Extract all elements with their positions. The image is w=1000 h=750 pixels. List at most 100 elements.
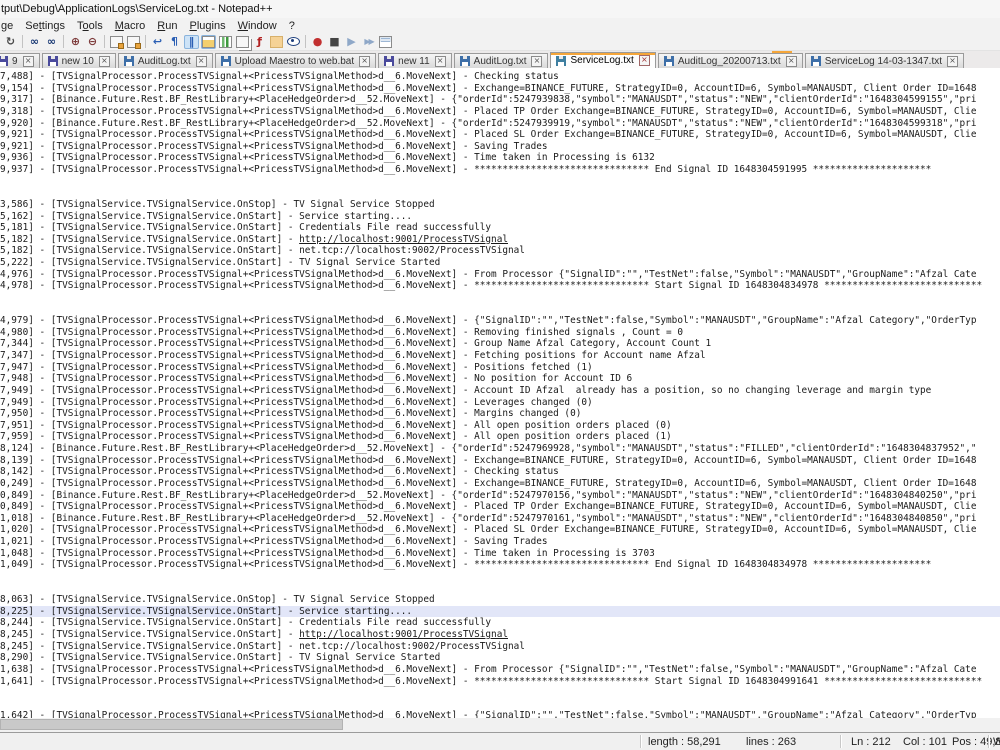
tab-new-11[interactable]: new 11 × <box>378 53 452 68</box>
menu-item-ge[interactable]: ge <box>0 20 19 32</box>
macro-run-multiple-icon[interactable]: ▶▶ <box>361 35 376 49</box>
log-line[interactable]: 1,641] - [TVSignalProcessor.ProcessTVSig… <box>0 676 1000 688</box>
menu-item-settings[interactable]: Settings <box>19 20 71 32</box>
log-line[interactable]: 9,318] - [TVSignalProcessor.ProcessTVSig… <box>0 106 1000 118</box>
tab-close-icon[interactable]: × <box>434 55 446 67</box>
log-line[interactable]: 4,978] - [TVSignalProcessor.ProcessTVSig… <box>0 280 1000 292</box>
log-line[interactable]: 7,948] - [TVSignalProcessor.ProcessTVSig… <box>0 373 1000 385</box>
log-line[interactable]: 5,162] - [TVSignalService.TVSignalServic… <box>0 211 1000 223</box>
log-line-blank[interactable] <box>0 571 1000 583</box>
tab-close-icon[interactable]: × <box>785 55 797 67</box>
log-line[interactable]: 4,976] - [TVSignalProcessor.ProcessTVSig… <box>0 269 1000 281</box>
log-line-blank[interactable] <box>0 176 1000 188</box>
log-line[interactable]: 7,951] - [TVSignalProcessor.ProcessTVSig… <box>0 420 1000 432</box>
log-line-blank[interactable] <box>0 699 1000 711</box>
log-line[interactable]: 8,139] - [TVSignalProcessor.ProcessTVSig… <box>0 455 1000 467</box>
tab-auditlog-txt[interactable]: AuditLog.txt × <box>453 53 549 68</box>
log-line[interactable]: 3,586] - [TVSignalService.TVSignalServic… <box>0 199 1000 211</box>
log-line[interactable]: 8,124] - [Binance.Future.Rest.BF_RestLib… <box>0 443 1000 455</box>
log-line[interactable]: 9,921] - [TVSignalProcessor.ProcessTVSig… <box>0 129 1000 141</box>
log-line[interactable]: 8,225] - [TVSignalService.TVSignalServic… <box>0 605 1000 618</box>
log-line[interactable]: 8,245] - [TVSignalService.TVSignalServic… <box>0 629 1000 641</box>
text-editor-area[interactable]: 7,488] - [TVSignalProcessor.ProcessTVSig… <box>0 68 1000 718</box>
word-wrap-icon[interactable]: ↩ <box>150 35 165 49</box>
sync-vertical-icon[interactable] <box>109 35 124 49</box>
log-line[interactable]: 0,849] - [TVSignalProcessor.ProcessTVSig… <box>0 501 1000 513</box>
menu-item-tools[interactable]: Tools <box>71 20 109 32</box>
log-line[interactable]: 1,018] - [Binance.Future.Rest.BF_RestLib… <box>0 513 1000 525</box>
log-line[interactable]: 8,290] - [TVSignalService.TVSignalServic… <box>0 652 1000 664</box>
log-line[interactable]: 7,959] - [TVSignalProcessor.ProcessTVSig… <box>0 431 1000 443</box>
log-line-blank[interactable] <box>0 292 1000 304</box>
log-line[interactable]: 5,182] - [TVSignalService.TVSignalServic… <box>0 234 1000 246</box>
log-line[interactable]: 5,182] - [TVSignalService.TVSignalServic… <box>0 245 1000 257</box>
log-line[interactable]: 1,642] - [TVSignalProcessor.ProcessTVSig… <box>0 710 1000 718</box>
log-line[interactable]: 7,488] - [TVSignalProcessor.ProcessTVSig… <box>0 71 1000 83</box>
tab-upload-maestro-to-web-bat[interactable]: Upload Maestro to web.bat × <box>214 53 377 68</box>
tab-close-icon[interactable]: × <box>947 55 959 67</box>
log-line-url-link[interactable]: http://localhost:9001/ProcessTVSignal <box>299 234 508 245</box>
log-line[interactable]: 8,063] - [TVSignalService.TVSignalServic… <box>0 594 1000 606</box>
doc-map-icon[interactable] <box>201 34 216 49</box>
log-line[interactable]: 4,979] - [TVSignalProcessor.ProcessTVSig… <box>0 315 1000 327</box>
log-line[interactable]: 5,222] - [TVSignalService.TVSignalServic… <box>0 257 1000 269</box>
tab-auditlog-20200713-txt[interactable]: AuditLog_20200713.txt × <box>657 53 803 68</box>
folder-workspace-icon[interactable] <box>269 35 284 49</box>
log-line-blank[interactable] <box>0 187 1000 199</box>
macro-save-icon[interactable] <box>378 35 393 49</box>
menu-item-run[interactable]: Run <box>151 20 183 32</box>
log-line[interactable]: 7,344] - [TVSignalProcessor.ProcessTVSig… <box>0 338 1000 350</box>
horizontal-scrollbar-thumb[interactable] <box>0 719 343 730</box>
redo-icon[interactable]: ↻ <box>3 35 18 49</box>
log-line-blank[interactable] <box>0 687 1000 699</box>
doc-list-icon[interactable] <box>235 35 250 49</box>
indent-guide-icon[interactable]: ‖ <box>184 34 199 49</box>
log-line[interactable]: 7,950] - [TVSignalProcessor.ProcessTVSig… <box>0 408 1000 420</box>
log-line[interactable]: 7,949] - [TVSignalProcessor.ProcessTVSig… <box>0 397 1000 409</box>
macro-record-icon[interactable]: ● <box>310 35 325 49</box>
log-line[interactable]: 0,849] - [Binance.Future.Rest.BF_RestLib… <box>0 490 1000 502</box>
log-line[interactable]: 9,921] - [TVSignalProcessor.ProcessTVSig… <box>0 141 1000 153</box>
zoom-out-icon[interactable]: ⊖ <box>85 35 100 49</box>
log-line[interactable]: 7,949] - [TVSignalProcessor.ProcessTVSig… <box>0 385 1000 397</box>
tab-auditlog-txt[interactable]: AuditLog.txt × <box>117 53 213 68</box>
log-line[interactable]: 9,154] - [TVSignalProcessor.ProcessTVSig… <box>0 83 1000 95</box>
log-line-blank[interactable] <box>0 583 1000 595</box>
log-line[interactable]: 1,021] - [TVSignalProcessor.ProcessTVSig… <box>0 536 1000 548</box>
monitoring-eye-icon[interactable] <box>286 35 301 49</box>
log-line[interactable]: 9,317] - [Binance.Future.Rest.BF_RestLib… <box>0 94 1000 106</box>
find-replace-icon[interactable]: ∞ <box>44 35 59 49</box>
log-line-url-link[interactable]: http://localhost:9001/ProcessTVSignal <box>299 629 508 640</box>
tab-close-icon[interactable]: × <box>531 55 543 67</box>
macro-play-icon[interactable]: ▶ <box>344 35 359 49</box>
menu-item-plugins[interactable]: Plugins <box>184 20 232 32</box>
function-list-icon[interactable]: ƒ <box>252 35 267 49</box>
log-line-blank[interactable] <box>0 304 1000 316</box>
find-icon[interactable]: ∞ <box>27 35 42 49</box>
tab-close-icon[interactable]: × <box>638 55 650 66</box>
tab-9[interactable]: 9 × <box>0 53 40 68</box>
log-line[interactable]: 9,937] - [TVSignalProcessor.ProcessTVSig… <box>0 164 1000 176</box>
log-line[interactable]: 9,936] - [TVSignalProcessor.ProcessTVSig… <box>0 152 1000 164</box>
macro-stop-icon[interactable]: ■ <box>327 35 342 49</box>
log-line[interactable]: 8,244] - [TVSignalService.TVSignalServic… <box>0 617 1000 629</box>
tab-close-icon[interactable]: × <box>22 55 34 67</box>
menu-item-macro[interactable]: Macro <box>109 20 152 32</box>
menu-item-help[interactable]: ? <box>283 20 301 32</box>
tab-close-icon[interactable]: × <box>195 55 207 67</box>
log-line[interactable]: 1,048] - [TVSignalProcessor.ProcessTVSig… <box>0 548 1000 560</box>
sync-horizontal-icon[interactable] <box>126 35 141 49</box>
log-line[interactable]: 1,020] - [TVSignalProcessor.ProcessTVSig… <box>0 524 1000 536</box>
menu-item-window[interactable]: Window <box>232 20 283 32</box>
tab-close-icon[interactable]: × <box>98 55 110 67</box>
log-line[interactable]: 4,980] - [TVSignalProcessor.ProcessTVSig… <box>0 327 1000 339</box>
tab-servicelog-14-03-1347-txt[interactable]: ServiceLog 14-03-1347.txt × <box>804 53 965 68</box>
log-line[interactable]: 7,347] - [TVSignalProcessor.ProcessTVSig… <box>0 350 1000 362</box>
log-line[interactable]: 8,245] - [TVSignalService.TVSignalServic… <box>0 641 1000 653</box>
tab-close-icon[interactable]: × <box>359 55 371 67</box>
log-line[interactable]: 8,142] - [TVSignalProcessor.ProcessTVSig… <box>0 466 1000 478</box>
zoom-in-icon[interactable]: ⊕ <box>68 35 83 49</box>
tab-new-10[interactable]: new 10 × <box>41 53 116 68</box>
tab-servicelog-txt[interactable]: ServiceLog.txt × <box>550 52 656 68</box>
show-all-characters-icon[interactable]: ¶ <box>167 35 182 49</box>
